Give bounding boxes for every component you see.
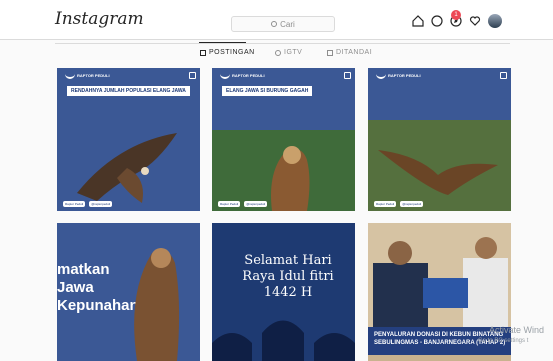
eagle-portrait (134, 248, 180, 361)
tab-ditandai[interactable]: DITANDAI (327, 49, 372, 56)
multiple-posts-icon (189, 72, 196, 79)
search-icon (271, 21, 278, 27)
post-tile-4[interactable]: matkan Jawa Kepunahan (57, 223, 200, 361)
multiple-posts-icon (500, 72, 507, 79)
search-input[interactable]: Cari (231, 16, 335, 32)
footer-tag: Raptor Peduli (63, 201, 86, 207)
tab-label: DITANDAI (336, 49, 373, 56)
brand-label: RAPTOR PEDULI (388, 73, 421, 78)
brand-mark: RAPTOR PEDULI (376, 73, 421, 79)
instagram-logo[interactable]: Instagram (55, 9, 144, 29)
footer-tag: @raptorpeduli (244, 201, 268, 207)
search-placeholder: Cari (280, 19, 295, 29)
greeting-text: Selamat Hari Raya Idul fitri 1442 H (242, 253, 334, 300)
bird-logo-icon (220, 73, 230, 79)
footer-tag: Raptor Peduli (374, 201, 397, 207)
brand-label: RAPTOR PEDULI (77, 73, 110, 78)
multiple-posts-icon (344, 72, 351, 79)
igtv-icon (275, 49, 281, 56)
tabs-divider (55, 43, 510, 44)
top-navigation-bar: Instagram Cari 1 (0, 0, 553, 40)
nav-icons: 1 (412, 10, 502, 28)
post-headline: ELANG JAWA SI BURUNG GAGAH (222, 86, 313, 96)
tab-igtv[interactable]: IGTV (275, 49, 302, 56)
mosque-silhouette (212, 320, 355, 361)
post-footer: Raptor Peduli @raptorpeduli (218, 201, 268, 207)
tab-label: IGTV (284, 49, 303, 56)
home-icon[interactable] (412, 15, 424, 27)
post-tile-3[interactable]: RAPTOR PEDULI Raptor Peduli @raptorpeduli (368, 68, 511, 211)
post-footer: Raptor Peduli @raptorpeduli (374, 201, 424, 207)
tab-postingan[interactable]: POSTINGAN (200, 49, 255, 56)
eagle-photo (212, 130, 355, 211)
bird-logo-icon (65, 73, 75, 79)
post-tile-1[interactable]: RAPTOR PEDULI RENDAHNYA JUMLAH POPULASI … (57, 68, 200, 211)
bird-logo-icon (376, 73, 386, 79)
eagle-illustration (77, 133, 177, 203)
eagle-flying-photo (368, 120, 511, 211)
brand-mark: RAPTOR PEDULI (220, 73, 265, 79)
windows-activation-title: Activate Wind (489, 325, 545, 335)
brand-mark: RAPTOR PEDULI (65, 73, 110, 79)
direct-message-button[interactable]: 1 (431, 10, 461, 27)
brand-label: RAPTOR PEDULI (232, 73, 265, 78)
footer-tag: @raptorpeduli (89, 201, 113, 207)
messenger-icon (431, 15, 443, 27)
footer-tag: @raptorpeduli (400, 201, 424, 207)
donation-photo (368, 223, 511, 333)
grid-icon (200, 49, 206, 56)
post-tile-5[interactable]: Selamat Hari Raya Idul fitri 1442 H (212, 223, 355, 361)
post-headline: RENDAHNYA JUMLAH POPULASI ELANG JAWA (67, 86, 190, 96)
post-tile-2[interactable]: RAPTOR PEDULI ELANG JAWA SI BURUNG GAGAH… (212, 68, 355, 211)
notification-badge: 1 (451, 10, 461, 20)
tagged-icon (327, 49, 333, 56)
windows-activation-subtitle: Go to PC settings t (478, 338, 529, 344)
active-tab-indicator (199, 42, 246, 43)
heart-icon[interactable] (469, 15, 481, 27)
profile-avatar[interactable] (488, 14, 502, 28)
tab-label: POSTINGAN (209, 49, 255, 56)
post-footer: Raptor Peduli @raptorpeduli (63, 201, 113, 207)
footer-tag: Raptor Peduli (218, 201, 241, 207)
